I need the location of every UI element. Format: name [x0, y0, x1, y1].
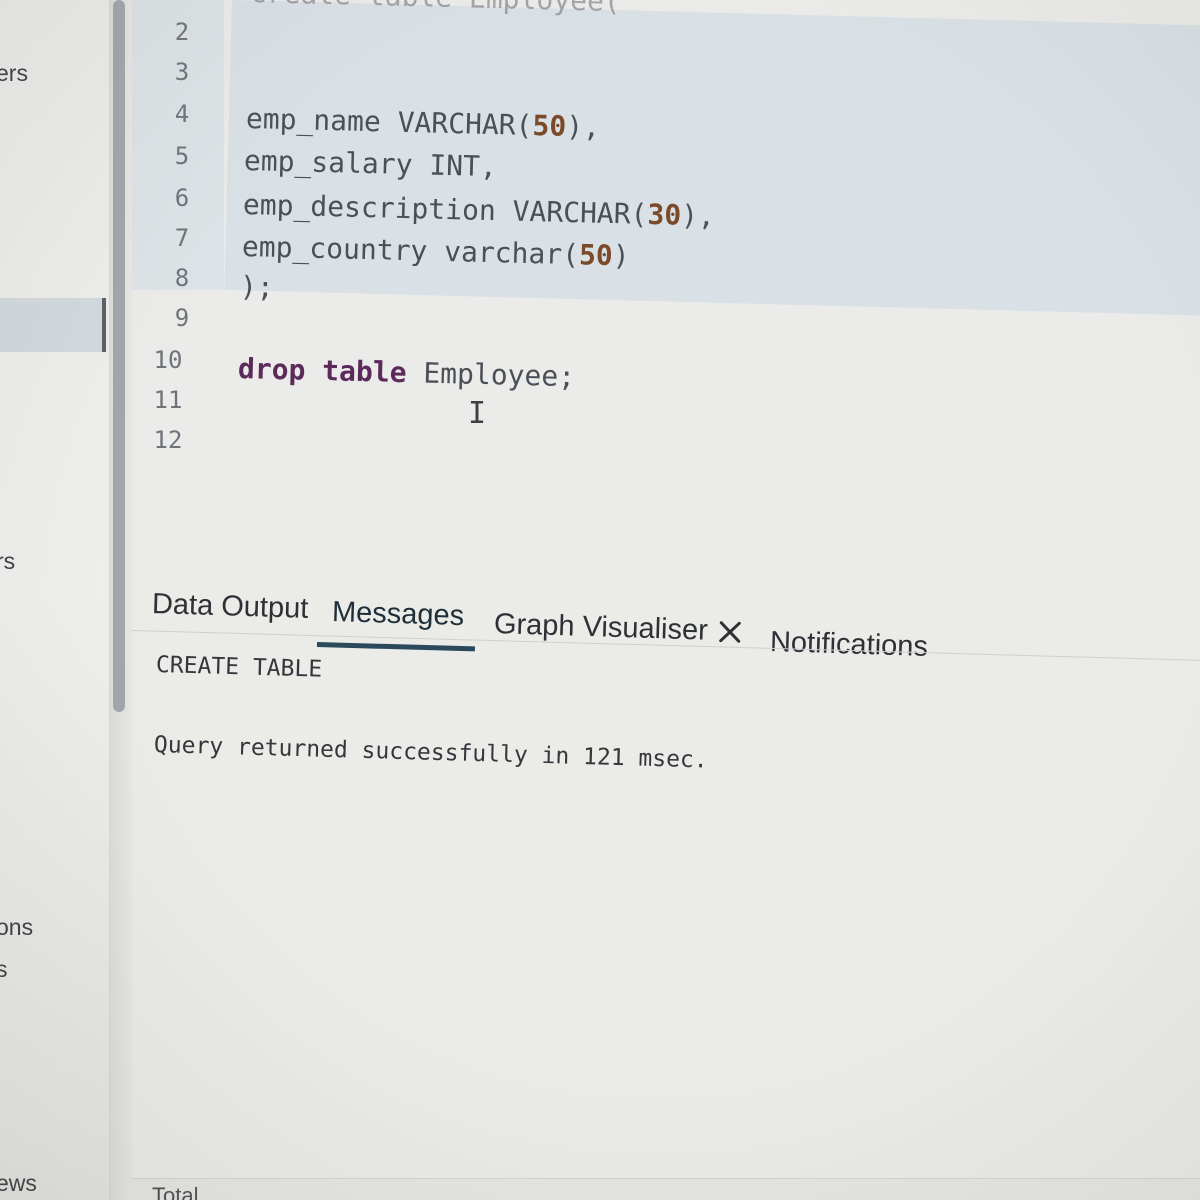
- identifier: emp_country: [241, 230, 445, 268]
- results-panel: Data Output Messages Graph Visualiser No…: [131, 560, 1200, 1200]
- number-literal: 30: [647, 197, 682, 232]
- tree-item-2[interactable]: rs: [0, 548, 15, 575]
- tab-notifications[interactable]: Notifications: [769, 626, 929, 664]
- tree-item-3[interactable]: ons: [0, 914, 33, 941]
- type: varchar(: [443, 234, 580, 272]
- line-number: 9: [174, 304, 190, 332]
- line-number: 5: [174, 142, 190, 170]
- keyword-drop: drop: [237, 352, 306, 387]
- identifier: emp_description: [242, 188, 514, 228]
- line-number: 7: [174, 224, 190, 252]
- object-explorer-sidebar: ers rs ons s ews: [0, 0, 110, 1200]
- line-number-gutter: 2 3 4 5 6 7 8 9 10 11 12: [132, 0, 224, 560]
- type: VARCHAR(: [397, 105, 533, 142]
- i-beam-cursor-icon: I: [468, 396, 487, 431]
- number-literal: 50: [578, 238, 614, 273]
- line-number: 12: [153, 426, 183, 454]
- status-total-rows: Total: [152, 1183, 199, 1200]
- results-tabbar: Data Output Messages Graph Visualiser No…: [131, 560, 1200, 663]
- line-number: 11: [153, 386, 183, 414]
- sidebar-scrollbar[interactable]: [113, 0, 125, 712]
- punctuation: ),: [565, 109, 601, 144]
- message-create-table: CREATE TABLE: [155, 652, 323, 683]
- type: INT,: [428, 148, 498, 184]
- tab-data-output[interactable]: Data Output: [151, 588, 309, 626]
- punctuation: ): [612, 239, 631, 273]
- punctuation: ),: [680, 198, 716, 233]
- code-line-8: );: [239, 270, 275, 304]
- code-line-10: drop table Employee;: [238, 352, 576, 393]
- tree-item-1[interactable]: ers: [0, 60, 28, 87]
- identifier: emp_name: [245, 102, 399, 139]
- message-query-success: Query returned successfully in 121 msec.: [153, 732, 709, 774]
- line-number: 8: [174, 264, 190, 292]
- line-number: 3: [174, 58, 190, 86]
- line-number: 10: [153, 346, 183, 374]
- active-tab-indicator: [316, 642, 476, 652]
- tree-item-5[interactable]: ews: [0, 1170, 37, 1197]
- status-bar: Total: [132, 1178, 1200, 1200]
- keyword-table: table: [321, 354, 407, 390]
- line-number: 6: [174, 184, 190, 212]
- identifier: Employee;: [406, 356, 576, 394]
- pgadmin-query-tool: ers rs ons s ews 2 3 4 5 6 7 8 9 10 11 1…: [0, 0, 1200, 1200]
- tree-selected-row[interactable]: [0, 298, 106, 352]
- sql-editor[interactable]: 2 3 4 5 6 7 8 9 10 11 12 create table Em…: [132, 0, 1200, 560]
- code-line-5: emp_salary INT,: [244, 144, 498, 183]
- line-number: 4: [174, 100, 190, 128]
- identifier: emp_salary: [243, 144, 430, 182]
- number-literal: 50: [532, 109, 567, 143]
- close-icon[interactable]: [716, 618, 745, 647]
- type: VARCHAR(: [512, 194, 648, 231]
- tree-item-4[interactable]: s: [0, 956, 8, 983]
- line-number: 2: [174, 18, 190, 46]
- tab-messages[interactable]: Messages: [331, 596, 465, 633]
